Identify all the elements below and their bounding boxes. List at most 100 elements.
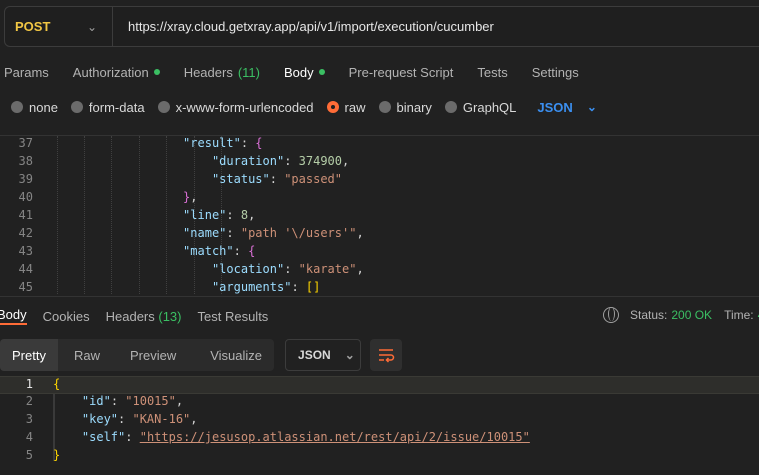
tab-headers[interactable]: Headers (11) [184, 65, 260, 80]
status-value[interactable]: 200 OK [671, 308, 712, 322]
tab-headers-label: Headers [183, 64, 233, 80]
json-link[interactable]: "https://jesusop.atlassian.net/rest/api/… [140, 430, 530, 444]
line-number: 39 [18, 172, 33, 186]
json-colon: : [291, 280, 306, 294]
radio-binary[interactable]: binary [378, 100, 432, 115]
body-language-label: JSON [537, 99, 573, 115]
response-view-bar: Pretty Raw Preview Visualize JSON ⌄ [0, 339, 403, 371]
radio-none[interactable]: none [11, 100, 58, 115]
json-key: "location" [211, 262, 285, 276]
line-number: 2 [25, 394, 33, 408]
view-raw-button[interactable]: Raw [58, 339, 116, 371]
radio-form-data-label: form-data [88, 99, 145, 115]
response-body-editor[interactable]: 1{2 "id": "10015", 3 "key": "KAN-16", 4 "s… [0, 376, 759, 475]
method-select[interactable]: POST ⌄ [5, 7, 113, 46]
tab-params[interactable]: Params [4, 65, 49, 80]
response-format-select[interactable]: JSON ⌄ [285, 339, 362, 371]
globe-icon[interactable] [603, 307, 619, 323]
line-number: 38 [18, 154, 33, 168]
json-string: "karate" [298, 262, 357, 276]
radio-icon [157, 101, 170, 113]
code-content: } [53, 448, 60, 462]
radio-raw[interactable]: raw [326, 99, 366, 115]
tab-tests[interactable]: Tests [477, 65, 507, 80]
code-content: { [53, 377, 60, 391]
radio-graphql[interactable]: GraphQL [444, 100, 516, 115]
json-key: "self" [81, 430, 126, 444]
tab-test-results[interactable]: Test Results [198, 309, 269, 324]
view-visualize-button[interactable]: Visualize [190, 339, 274, 371]
json-comma: , [190, 412, 198, 426]
status-label: Status: [630, 308, 668, 322]
chevron-down-icon: ⌄ [586, 100, 597, 114]
json-comma: , [175, 394, 184, 408]
json-comma: , [248, 208, 256, 222]
view-pretty-button[interactable]: Pretty [0, 339, 58, 371]
radio-form-data[interactable]: form-data [70, 99, 145, 115]
json-comma: , [356, 226, 364, 240]
json-colon: : [118, 412, 133, 426]
tab-authorization[interactable]: Authorization [73, 65, 160, 80]
code-line: 37 "result": { [0, 136, 759, 154]
view-preview-button[interactable]: Preview [116, 339, 190, 371]
tab-body[interactable]: Body [284, 65, 325, 80]
chevron-down-icon: ⌄ [344, 348, 355, 362]
radio-urlencoded[interactable]: x-www-form-urlencoded [157, 99, 314, 115]
radio-urlencoded-label: x-www-form-urlencoded [175, 99, 314, 115]
json-comma: , [190, 190, 198, 204]
tab-prerequest-script[interactable]: Pre-request Script [349, 65, 454, 80]
code-line: 42 "name": "path '\/users'", [0, 226, 759, 244]
code-line: 43 "match": { [0, 244, 759, 262]
body-language-select[interactable]: JSON ⌄ [537, 100, 596, 115]
url-bar: POST ⌄ https://xray.cloud.getxray.app/ap… [4, 6, 759, 47]
status-dot-icon [153, 69, 160, 75]
request-body-editor[interactable]: 37 "result": {38 "duration": 374900, 39 "… [0, 135, 759, 295]
json-bracket: [] [305, 280, 321, 294]
json-brace: { [255, 136, 263, 150]
json-colon: : [240, 136, 256, 150]
json-comma: , [342, 154, 350, 168]
json-colon: : [226, 208, 241, 222]
response-line: 3 "key": "KAN-16", [0, 412, 759, 430]
wrap-lines-button[interactable] [370, 339, 403, 371]
json-key: "line" [183, 208, 227, 222]
json-number: 374900 [298, 154, 343, 168]
json-key: "result" [183, 136, 241, 150]
tab-response-cookies[interactable]: Cookies [43, 309, 90, 324]
code-content: }, [53, 190, 198, 204]
radio-icon [70, 101, 83, 113]
url-input[interactable]: https://xray.cloud.getxray.app/api/v1/im… [113, 19, 494, 34]
json-key: "status" [211, 172, 270, 186]
line-number: 1 [25, 377, 33, 391]
headers-count: (11) [237, 64, 260, 80]
view-mode-group: Pretty Raw Preview Visualize [0, 339, 275, 371]
tab-authorization-label: Authorization [72, 64, 149, 80]
code-content: "arguments": [] [53, 280, 320, 294]
tab-response-headers[interactable]: Headers (13) [106, 309, 182, 324]
code-content: "self": "https://jesusop.atlassian.net/r… [53, 430, 530, 444]
tab-response-body[interactable]: Body [0, 307, 27, 325]
response-status: Status: 200 OK Time: 4 [603, 307, 759, 323]
json-key: "match" [183, 244, 234, 258]
chevron-down-icon: ⌄ [87, 19, 98, 34]
json-colon: : [233, 244, 249, 258]
json-brace: } [53, 448, 61, 462]
code-content: "name": "path '\/users'", [53, 226, 364, 240]
panel-divider[interactable] [0, 296, 759, 297]
json-comma: , [356, 262, 364, 276]
line-number: 41 [18, 208, 33, 222]
code-line: 45 "arguments": [] [0, 280, 759, 295]
code-content: "key": "KAN-16", [53, 412, 198, 426]
json-string: "KAN-16" [132, 412, 191, 426]
code-content: "location": "karate", [53, 262, 364, 276]
radio-none-label: none [29, 99, 58, 115]
code-line: 41 "line": 8, [0, 208, 759, 226]
tab-settings[interactable]: Settings [532, 65, 579, 80]
radio-raw-label: raw [344, 99, 366, 115]
